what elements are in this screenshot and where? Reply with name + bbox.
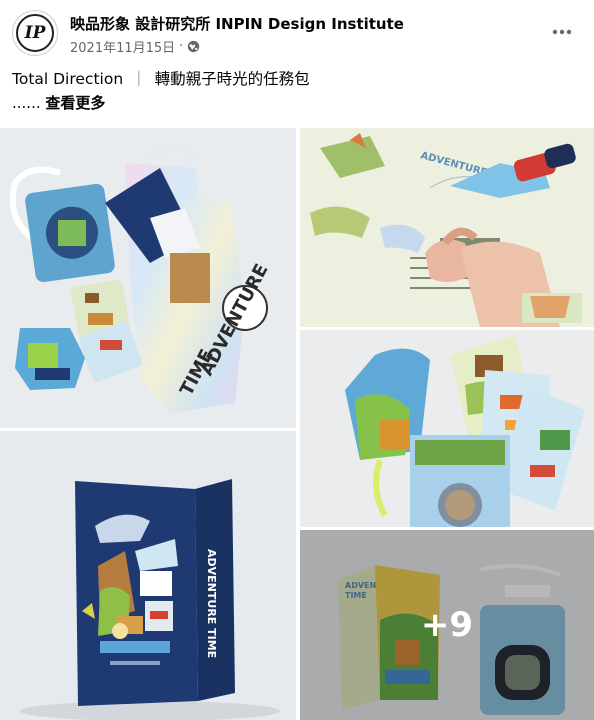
- caption-separator: ｜: [131, 70, 147, 88]
- post-date-link[interactable]: 2021年11月15日: [70, 37, 175, 56]
- avatar-logo: IP: [16, 14, 54, 52]
- photo-2-illustration: ADVENTURE TIME: [300, 128, 594, 327]
- folder-spine-text: ADVENTURE TIME: [205, 549, 218, 658]
- post-caption: Total Direction ｜ 轉動親子時光的任務包: [12, 68, 310, 90]
- photo-2[interactable]: ADVENTURE TIME: [300, 128, 594, 327]
- more-photos-overlay[interactable]: +9: [300, 530, 594, 720]
- see-more-link[interactable]: 查看更多: [45, 94, 105, 112]
- caption-left: Total Direction: [12, 70, 124, 88]
- photo-3-illustration: [300, 330, 594, 527]
- more-horizontal-icon: [552, 29, 572, 35]
- more-options-button[interactable]: [550, 20, 574, 44]
- avatar[interactable]: IP: [12, 10, 58, 56]
- post-meta: 2021年11月15日 ·: [70, 37, 200, 56]
- meta-separator: ·: [179, 39, 184, 54]
- see-more-row: ...... 查看更多: [12, 92, 105, 114]
- more-photos-count: +9: [420, 605, 474, 645]
- photo-4[interactable]: ADVENTURE TIME: [0, 431, 296, 720]
- caption-ellipsis: ......: [12, 94, 41, 112]
- photo-3[interactable]: [300, 330, 594, 527]
- photo-1-illustration: ADVENTURE TIME: [9, 145, 273, 413]
- caption-right: 轉動親子時光的任務包: [154, 70, 310, 88]
- photo-4-illustration: ADVENTURE TIME: [0, 431, 296, 720]
- photo-1[interactable]: ADVENTURE TIME: [0, 128, 296, 428]
- page-name-link[interactable]: 映品形象 設計研究所 INPIN Design Institute: [70, 13, 404, 34]
- post-header: IP 映品形象 設計研究所 INPIN Design Institute 202…: [0, 0, 594, 60]
- photo-5-more[interactable]: ADVENTURE TIME +9: [300, 530, 594, 720]
- globe-icon[interactable]: [187, 40, 200, 53]
